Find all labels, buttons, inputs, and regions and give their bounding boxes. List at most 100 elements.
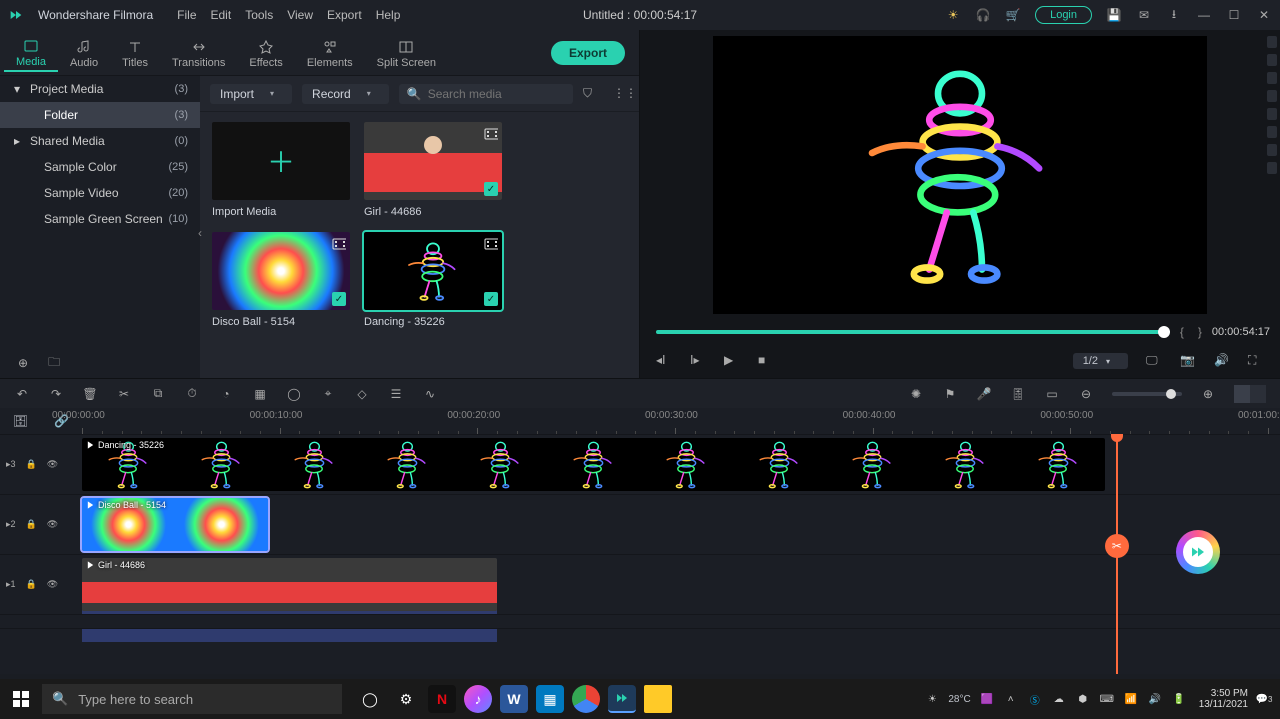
playhead-split-icon[interactable]: ✂: [1105, 534, 1129, 558]
tab-split-screen[interactable]: Split Screen: [365, 35, 448, 71]
thumb-girl[interactable]: ✓ Girl - 44686: [364, 122, 502, 218]
weather-icon[interactable]: ☀: [924, 691, 940, 707]
new-bin-icon[interactable]: ⊕: [18, 356, 28, 370]
search-input[interactable]: [428, 87, 565, 101]
mark-icon[interactable]: ⌖: [320, 386, 336, 402]
playhead[interactable]: ✂: [1116, 434, 1118, 674]
search-media[interactable]: 🔍: [399, 84, 573, 104]
render-icon[interactable]: ◯: [286, 386, 302, 402]
record-dropdown[interactable]: Record▾: [302, 84, 389, 104]
lock-icon[interactable]: 🔒: [26, 519, 37, 530]
new-folder-icon[interactable]: 🗀: [48, 353, 60, 374]
cart-icon[interactable]: 🛒: [1005, 7, 1021, 23]
grid-view-icon[interactable]: ⋮⋮: [613, 86, 629, 102]
explorer-icon[interactable]: [644, 685, 672, 713]
onedrive-icon[interactable]: ☁: [1051, 691, 1067, 707]
tab-elements[interactable]: Elements: [295, 35, 365, 71]
redo-icon[interactable]: ↷: [48, 386, 64, 402]
filmora-taskbar-icon[interactable]: [608, 685, 636, 713]
preview-viewport[interactable]: [713, 36, 1207, 314]
sidebar-item-folder[interactable]: Folder(3): [0, 102, 200, 128]
clip[interactable]: Girl - 44686: [82, 558, 497, 611]
playback-scrubber[interactable]: [656, 330, 1170, 334]
split-icon[interactable]: ✂: [116, 386, 132, 402]
tray-app1-icon[interactable]: 🟪: [979, 691, 995, 707]
sidebar-collapse-icon[interactable]: ‹: [198, 226, 202, 240]
lock-icon[interactable]: 🔒: [26, 459, 37, 470]
tab-media[interactable]: Media: [4, 34, 58, 72]
tab-audio[interactable]: Audio: [58, 35, 110, 71]
snapshot-icon[interactable]: 📷: [1180, 353, 1196, 369]
chrome-icon[interactable]: [572, 685, 600, 713]
mark-out-icon[interactable]: }: [1198, 325, 1202, 339]
speed-icon[interactable]: ⏱: [184, 386, 200, 402]
visibility-icon[interactable]: 👁: [47, 519, 58, 530]
battery-icon[interactable]: 🔋: [1171, 691, 1187, 707]
keyboard-icon[interactable]: ⌨: [1099, 691, 1115, 707]
auto-icon[interactable]: ✺: [908, 386, 924, 402]
menu-help[interactable]: Help: [376, 8, 401, 22]
clip[interactable]: Disco Ball - 5154: [82, 498, 268, 551]
sidebar-item-sample-color[interactable]: Sample Color(25): [0, 154, 200, 180]
menu-export[interactable]: Export: [327, 8, 362, 22]
sidebar-item-sample-green[interactable]: Sample Green Screen(10): [0, 206, 200, 232]
time-ruler[interactable]: 00:00:00:0000:00:10:0000:00:20:0000:00:3…: [82, 408, 1280, 434]
preview-scale-dropdown[interactable]: 1/2▾: [1073, 353, 1128, 369]
greenscreen-icon[interactable]: ▦: [252, 386, 268, 402]
play-icon[interactable]: ▶: [724, 353, 740, 369]
export-button[interactable]: Export: [551, 41, 625, 65]
cortana-icon[interactable]: ◯: [356, 685, 384, 713]
sidebar-item-project-media[interactable]: ▾Project Media(3): [0, 76, 200, 102]
taskbar-clock[interactable]: 3:50 PM13/11/2021: [1199, 688, 1248, 710]
menu-view[interactable]: View: [287, 8, 313, 22]
thumb-dancing[interactable]: ✓ Dancing - 35226: [364, 232, 502, 328]
tab-effects[interactable]: Effects: [237, 35, 294, 71]
thumb-import[interactable]: ＋ Import Media: [212, 122, 350, 218]
taskbar-search[interactable]: 🔍Type here to search: [42, 684, 342, 714]
next-frame-icon[interactable]: Ⅰ▸: [690, 353, 706, 369]
filter-icon[interactable]: ⛉: [583, 86, 599, 102]
sidebar-item-shared-media[interactable]: ▸Shared Media(0): [0, 128, 200, 154]
volume-icon[interactable]: 🔊: [1214, 353, 1230, 369]
settings-taskbar-icon[interactable]: ⚙: [392, 685, 420, 713]
zoom-out-icon[interactable]: ⊖: [1078, 386, 1094, 402]
mail-icon[interactable]: ✉: [1136, 7, 1152, 23]
trello-icon[interactable]: ▦: [536, 685, 564, 713]
crop-icon[interactable]: ⧉: [150, 386, 166, 402]
skype-icon[interactable]: Ⓢ: [1027, 691, 1043, 707]
scrubber-handle[interactable]: [1158, 326, 1170, 338]
save-icon[interactable]: 💾: [1106, 7, 1122, 23]
tray-chevron-icon[interactable]: ˄: [1003, 691, 1019, 707]
login-button[interactable]: Login: [1035, 6, 1092, 24]
menu-file[interactable]: File: [177, 8, 196, 22]
word-icon[interactable]: W: [500, 685, 528, 713]
lock-icon[interactable]: 🔒: [26, 579, 37, 590]
keyframe-icon[interactable]: ◇: [354, 386, 370, 402]
visibility-icon[interactable]: 👁: [47, 459, 58, 470]
zoom-handle[interactable]: [1166, 389, 1176, 399]
import-dropdown[interactable]: Import▾: [210, 84, 292, 104]
layout-icon[interactable]: ▭: [1044, 386, 1060, 402]
notifications-icon[interactable]: 💬3: [1256, 691, 1272, 707]
support-icon[interactable]: 🎧: [975, 7, 991, 23]
preview-quality-icon[interactable]: 🖵: [1146, 353, 1162, 369]
tab-titles[interactable]: Titles: [110, 35, 160, 71]
voiceover-icon[interactable]: 🎤: [976, 386, 992, 402]
timeline-view-toggle[interactable]: [1234, 385, 1266, 403]
undo-icon[interactable]: ↶: [14, 386, 30, 402]
wifi-icon[interactable]: 📶: [1123, 691, 1139, 707]
start-button[interactable]: [0, 691, 42, 707]
sound-tray-icon[interactable]: 🔊: [1147, 691, 1163, 707]
tab-transitions[interactable]: Transitions: [160, 35, 237, 71]
sidebar-item-sample-video[interactable]: Sample Video(20): [0, 180, 200, 206]
menu-edit[interactable]: Edit: [211, 8, 232, 22]
zoom-in-icon[interactable]: ⊕: [1200, 386, 1216, 402]
mark-in-icon[interactable]: {: [1180, 325, 1184, 339]
adjust-icon[interactable]: ☰: [388, 386, 404, 402]
mixer-icon[interactable]: 🎚: [1010, 386, 1026, 402]
audio-adjust-icon[interactable]: ∿: [422, 386, 438, 402]
color-icon[interactable]: ◔: [218, 386, 234, 402]
window-minimize-icon[interactable]: —: [1196, 7, 1212, 23]
delete-icon[interactable]: 🗑: [82, 386, 98, 402]
manage-tracks-icon[interactable]: 🗄: [13, 414, 28, 428]
